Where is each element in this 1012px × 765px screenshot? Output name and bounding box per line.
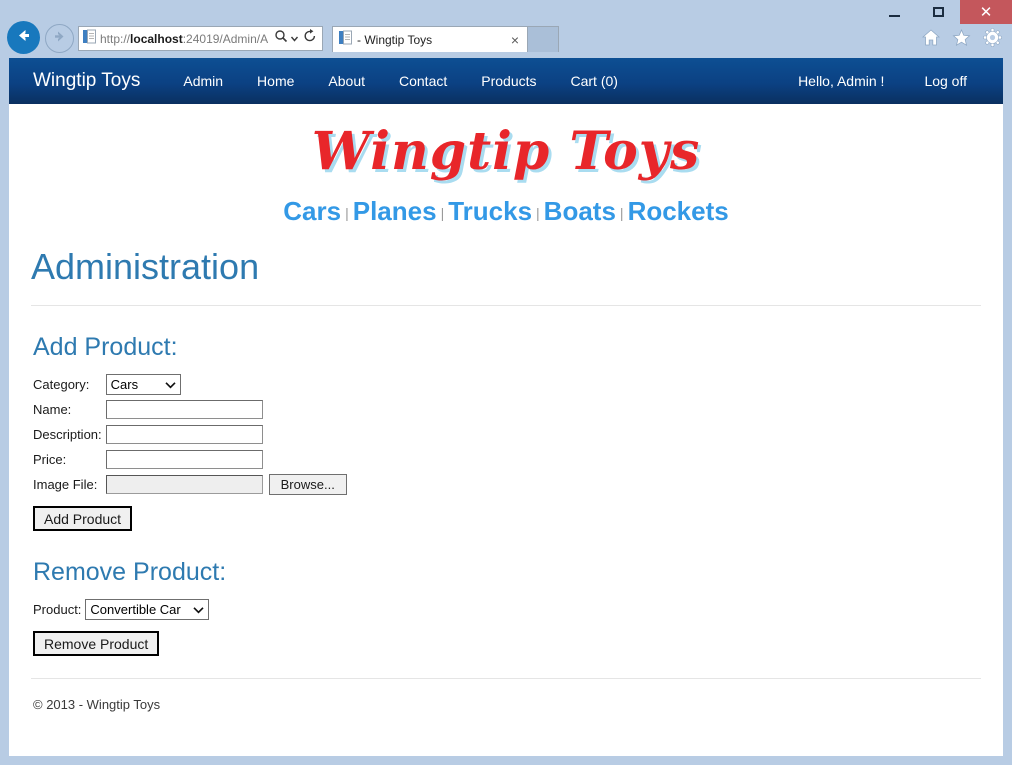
settings-gear-icon[interactable] xyxy=(983,28,1002,52)
logoff-link[interactable]: Log off xyxy=(904,73,987,89)
tab-strip: - Wingtip Toys × xyxy=(332,26,559,52)
maximize-button[interactable] xyxy=(916,0,960,24)
remove-product-button[interactable]: Remove Product xyxy=(33,631,160,656)
chevron-down-icon xyxy=(165,381,176,389)
url-path: :24019/Admin/A xyxy=(182,31,269,46)
chevron-down-icon[interactable] xyxy=(290,30,299,48)
url-text: http://localhost:24019/Admin/A xyxy=(100,32,274,46)
image-file-input[interactable] xyxy=(105,475,263,494)
remove-product-heading: Remove Product: xyxy=(33,558,227,586)
name-input[interactable] xyxy=(105,400,263,419)
product-select[interactable]: Convertible Car xyxy=(85,599,210,620)
site-nav-menu: Admin Home About Contact Products Cart (… xyxy=(166,73,635,89)
address-bar[interactable]: http://localhost:24019/Admin/A xyxy=(78,26,323,51)
nav-item-products[interactable]: Products xyxy=(464,73,553,89)
site-logo-block: Wingtip Toys Cars | Planes | Trucks | Boats | Ro… xyxy=(9,104,1003,227)
nav-item-home[interactable]: Home xyxy=(240,73,311,89)
favorites-star-icon[interactable] xyxy=(952,28,971,52)
image-file-label: Image File: xyxy=(33,477,98,492)
add-product-heading: Add Product: xyxy=(33,333,178,361)
url-scheme: http:// xyxy=(100,31,131,46)
category-separator: | xyxy=(345,205,349,221)
form-row-category: Category: Cars xyxy=(33,372,347,397)
site-brand[interactable]: Wingtip Toys xyxy=(33,70,140,92)
page-viewport: Wingtip Toys Admin Home About Contact Pr… xyxy=(9,58,1003,756)
category-link-rockets[interactable]: Rockets xyxy=(628,196,729,226)
back-icon xyxy=(14,26,33,50)
category-separator: | xyxy=(536,205,540,221)
nav-item-contact[interactable]: Contact xyxy=(382,73,464,89)
browser-titlebar: ✕ http://localhost:24019/Admin/A - Wingt… xyxy=(0,0,1012,58)
user-greeting[interactable]: Hello, Admin ! xyxy=(778,73,904,89)
minimize-icon xyxy=(888,14,900,17)
category-links: Cars | Planes | Trucks | Boats | Rockets xyxy=(9,196,1003,227)
home-icon[interactable] xyxy=(921,29,941,51)
main-content: Administration Add Product: Category: Ca… xyxy=(9,245,1003,712)
page-title: Administration xyxy=(31,246,260,287)
footer-copyright: © 2013 - Wingtip Toys xyxy=(33,697,161,712)
form-row-image: Image File: Browse... xyxy=(33,472,347,497)
new-tab-button[interactable] xyxy=(528,26,559,52)
tab-close-button[interactable]: × xyxy=(507,33,523,47)
product-label: Product: xyxy=(33,602,82,617)
refresh-icon[interactable] xyxy=(303,29,317,48)
page-icon xyxy=(83,29,96,49)
category-separator: | xyxy=(440,205,445,221)
site-nav-user-area: Hello, Admin ! Log off xyxy=(778,73,987,89)
tab-title: - Wingtip Toys xyxy=(357,32,433,47)
product-select-value: Convertible Car xyxy=(90,602,181,617)
category-link-trucks[interactable]: Trucks xyxy=(448,196,532,226)
price-label: Price: xyxy=(33,452,67,467)
price-input[interactable] xyxy=(105,450,263,469)
category-select[interactable]: Cars xyxy=(105,374,181,395)
category-link-planes[interactable]: Planes xyxy=(353,196,437,226)
form-row-price: Price: xyxy=(33,447,347,472)
form-row-name: Name: xyxy=(33,397,347,422)
forward-icon xyxy=(52,29,67,49)
category-separator: | xyxy=(619,205,624,221)
form-row-product: Product: Convertible Car xyxy=(33,597,210,622)
add-product-form: Category: Cars Name: Description: Price:… xyxy=(33,372,347,497)
title-divider xyxy=(31,305,981,306)
close-icon: ✕ xyxy=(979,3,993,21)
file-input-row: Browse... xyxy=(105,474,347,495)
browser-window: ✕ http://localhost:24019/Admin/A - Wingt… xyxy=(0,0,1012,765)
tab-favicon xyxy=(339,30,352,50)
description-input[interactable] xyxy=(105,425,263,444)
nav-item-cart[interactable]: Cart (0) xyxy=(554,73,635,89)
forward-button[interactable] xyxy=(45,24,74,53)
window-controls: ✕ xyxy=(872,0,1012,24)
site-navbar: Wingtip Toys Admin Home About Contact Pr… xyxy=(9,58,1003,104)
close-window-button[interactable]: ✕ xyxy=(960,0,1012,24)
minimize-button[interactable] xyxy=(872,0,916,24)
description-label: Description: xyxy=(33,427,102,442)
chevron-down-icon xyxy=(193,606,205,614)
category-link-cars[interactable]: Cars xyxy=(283,196,341,226)
form-row-description: Description: xyxy=(33,422,347,447)
search-icon[interactable] xyxy=(274,29,288,48)
nav-item-admin[interactable]: Admin xyxy=(166,73,240,89)
nav-item-about[interactable]: About xyxy=(311,73,382,89)
browser-toolbar-icons xyxy=(921,28,1002,52)
category-label: Category: xyxy=(33,377,90,392)
site-logo[interactable]: Wingtip Toys xyxy=(9,120,1003,184)
maximize-icon xyxy=(932,7,944,17)
name-label: Name: xyxy=(33,402,72,417)
back-button[interactable] xyxy=(7,21,40,54)
browser-tab[interactable]: - Wingtip Toys × xyxy=(332,26,528,52)
category-select-value: Cars xyxy=(110,377,139,392)
footer-divider xyxy=(31,678,981,679)
add-product-button[interactable]: Add Product xyxy=(33,506,133,531)
browse-button[interactable]: Browse... xyxy=(268,474,347,495)
remove-product-form: Product: Convertible Car xyxy=(33,597,210,622)
url-host: localhost xyxy=(130,31,183,46)
category-link-boats[interactable]: Boats xyxy=(544,196,616,226)
